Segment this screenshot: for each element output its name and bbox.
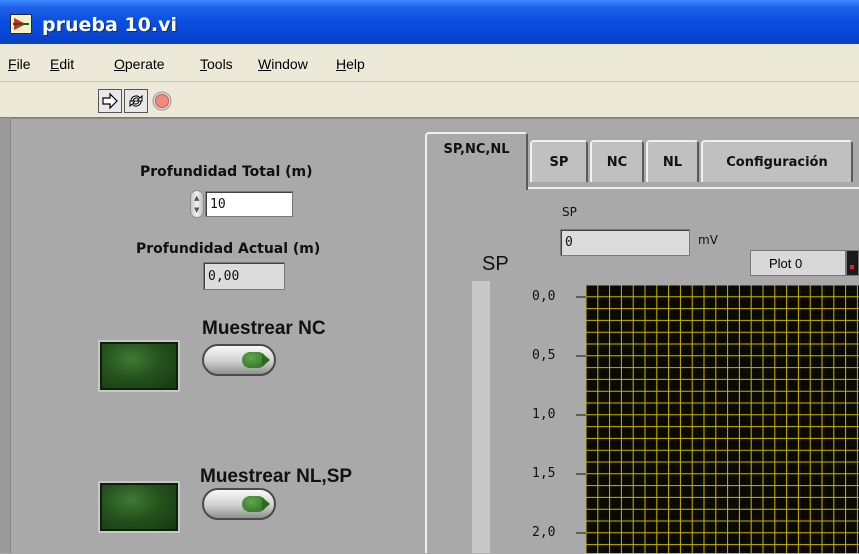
toolbar [0,82,859,118]
run-continuously-button[interactable] [124,89,148,113]
run-button[interactable] [98,89,122,113]
graph-scrollbar[interactable] [472,281,490,553]
plot-legend-button[interactable]: Plot 0 [750,250,846,276]
run-arrow-icon [102,92,118,110]
y-tick-label: 1,0 [532,407,556,422]
graph-title: SP [482,253,509,275]
muestrear-nl-sp-led [98,481,180,533]
profundidad-total-input[interactable]: 10 [205,191,293,217]
abort-stop-icon [152,91,172,111]
y-tick-label: 0,0 [532,289,556,304]
run-continuously-icon [129,94,143,108]
sp-indicator-value: 0 [560,229,690,256]
graph-plot-area[interactable] [586,285,859,553]
profundidad-total-increment[interactable]: ▲ ▼ [190,190,204,218]
y-tick-label: 0,5 [532,348,556,363]
tab-nl[interactable]: NL [646,140,699,182]
muestrear-nc-led [98,340,180,392]
tab-nc[interactable]: NC [590,140,644,182]
muestrear-nl-sp-switch[interactable] [202,488,276,520]
profundidad-actual-label: Profundidad Actual (m) [136,241,321,257]
tab-sp-nc-nl[interactable]: SP,NC,NL [425,132,528,190]
menu-file[interactable]: File [8,56,31,72]
sp-unit-label: mV [698,233,718,247]
muestrear-nl-sp-label: Muestrear NL,SP [200,466,353,487]
window-title: prueba 10.vi [42,14,177,36]
tab-sp[interactable]: SP [530,140,588,182]
tab-configuracion[interactable]: Configuración [701,140,853,182]
menu-edit[interactable]: Edit [50,56,74,72]
title-bar: prueba 10.vi [0,0,859,44]
muestrear-nc-switch[interactable] [202,344,276,376]
muestrear-nc-label: Muestrear NC [202,318,326,339]
plot-legend-swatch[interactable] [846,250,859,276]
y-tick-label: 1,5 [532,466,556,481]
panel-left-edge [0,118,11,553]
y-tick-label: 2,0 [532,525,556,540]
menu-window[interactable]: Window [258,56,308,72]
menu-operate[interactable]: Operate [114,56,165,72]
menu-help[interactable]: Help [336,56,365,72]
menu-tools[interactable]: Tools [200,56,233,72]
profundidad-total-label: Profundidad Total (m) [140,164,313,180]
sp-indicator-label: SP [562,205,577,219]
profundidad-actual-indicator: 0,00 [203,262,285,290]
abort-button[interactable] [150,89,174,113]
menu-bar: File Edit Operate Tools Window Help [0,44,859,82]
y-axis-ticks [576,296,586,534]
labview-vi-icon[interactable] [10,14,32,34]
